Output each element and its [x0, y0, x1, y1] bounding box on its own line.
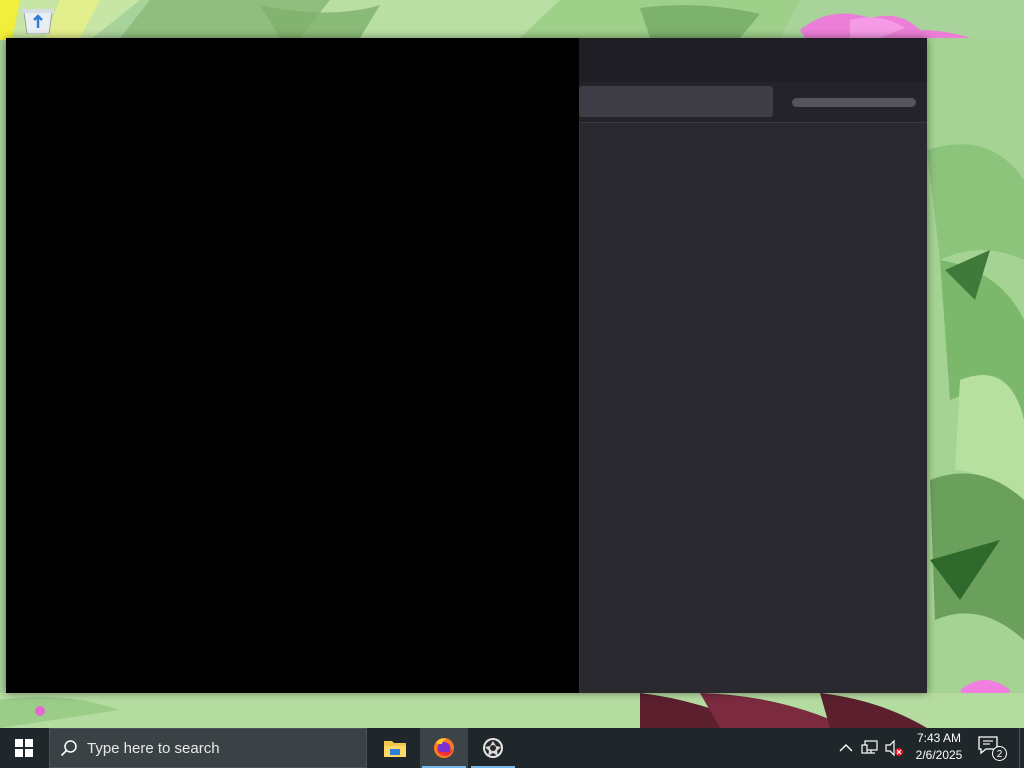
search-icon — [60, 739, 78, 757]
file-explorer-icon — [384, 741, 406, 757]
search-placeholder: Type here to search — [87, 739, 220, 757]
clock-time: 7:43 AM — [916, 731, 962, 745]
taskbar-file-explorer[interactable] — [371, 728, 419, 768]
content-pane[interactable] — [579, 123, 927, 693]
recycle-bin-icon[interactable] — [18, 6, 58, 35]
volume-muted-icon[interactable] — [884, 739, 904, 757]
start-button[interactable] — [0, 728, 48, 768]
notification-count-badge: 2 — [992, 746, 1007, 761]
taskbar: Type here to search 7:43 AM 2/6/2025 2 — [0, 728, 1024, 768]
black-canvas-pane[interactable] — [6, 38, 579, 693]
clock-date: 2/6/2025 — [915, 748, 963, 762]
show-desktop-button[interactable] — [1019, 728, 1024, 768]
taskbar-search-box[interactable]: Type here to search — [49, 728, 367, 768]
system-clock[interactable]: 7:43 AM 2/6/2025 — [910, 730, 968, 766]
address-field[interactable] — [579, 86, 773, 117]
app-window[interactable] — [6, 38, 927, 693]
taskbar-app-circle[interactable] — [469, 728, 517, 768]
action-center-button[interactable]: 2 — [976, 734, 1008, 762]
windows-logo-icon — [15, 739, 33, 757]
desktop — [0, 0, 1024, 728]
loading-progress-bar — [792, 98, 916, 107]
window-titlebar[interactable] — [579, 38, 927, 82]
app-circle-icon — [483, 738, 503, 758]
chevron-up-icon[interactable] — [838, 740, 854, 756]
taskbar-firefox[interactable] — [420, 728, 468, 768]
firefox-icon — [434, 738, 454, 758]
network-icon[interactable] — [861, 739, 879, 757]
